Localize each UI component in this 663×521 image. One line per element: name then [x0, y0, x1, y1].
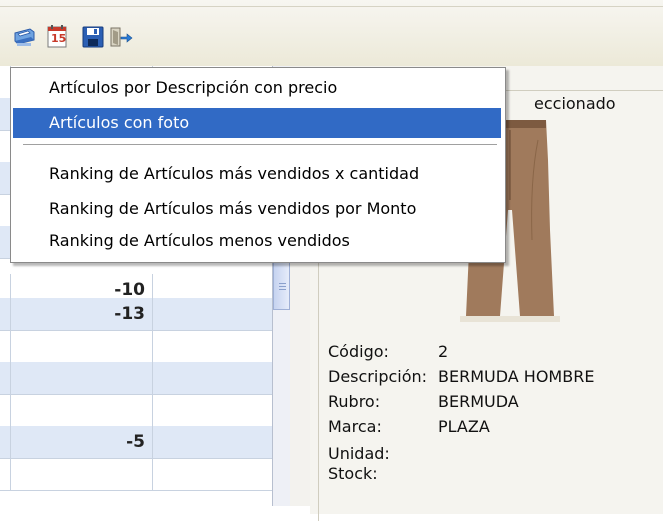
table-row[interactable] [0, 362, 272, 395]
grid-cell [152, 394, 273, 426]
toolbar: 15 [0, 0, 663, 67]
rubro-value: BERMUDA [438, 392, 519, 411]
grid-cell: -13 [10, 298, 153, 330]
grip-line [279, 286, 286, 287]
unidad-label: Unidad: [328, 444, 390, 463]
print-options-menu: Artículos por Descripción con precio Art… [10, 67, 506, 263]
exit-door-icon [110, 27, 133, 47]
table-row[interactable] [0, 458, 272, 491]
grid-cell [152, 458, 273, 490]
qty-value: -13 [114, 304, 145, 324]
floppy-disk-icon [82, 26, 104, 48]
print-button[interactable] [11, 24, 37, 50]
grid-cell [152, 426, 273, 458]
descripcion-value: BERMUDA HOMBRE [438, 367, 595, 386]
menu-item-ranking-menos-vendidos[interactable]: Ranking de Artículos menos vendidos [13, 226, 501, 256]
grip-line [279, 283, 286, 284]
grip-line [279, 289, 286, 290]
descripcion-label: Descripción: [328, 367, 428, 386]
table-row[interactable] [0, 394, 272, 427]
table-row[interactable] [0, 330, 272, 363]
panel-title: eccionado [534, 94, 616, 113]
menu-item-ranking-mas-vendidos-monto[interactable]: Ranking de Artículos más vendidos por Mo… [13, 194, 501, 224]
grid-cell [10, 458, 153, 490]
menu-separator [23, 144, 497, 148]
exit-button[interactable] [108, 24, 134, 50]
grid-cell [10, 330, 153, 362]
grid-cell: -5 [10, 426, 153, 458]
toolbar-top-divider [0, 6, 663, 7]
codigo-label: Código: [328, 342, 389, 361]
codigo-value: 2 [438, 342, 449, 361]
grid-cell [152, 362, 273, 394]
menu-item-articulos-con-foto[interactable]: Artículos con foto [13, 108, 501, 138]
qty-value: -5 [126, 432, 145, 452]
printer-icon [14, 28, 35, 46]
calendar-button[interactable]: 15 [44, 24, 70, 50]
scroll-thumb[interactable] [273, 262, 290, 310]
save-button[interactable] [80, 24, 106, 50]
grid-cell [152, 330, 273, 362]
menu-item-ranking-mas-vendidos-cantidad[interactable]: Ranking de Artículos más vendidos x cant… [13, 159, 501, 189]
stock-label: Stock: [328, 464, 378, 483]
marca-label: Marca: [328, 417, 382, 436]
rubro-label: Rubro: [328, 392, 381, 411]
grid-cell [10, 362, 153, 394]
qty-value: -10 [114, 280, 145, 300]
calendar-day-label: 15 [51, 32, 67, 45]
table-row[interactable]: -13 [0, 298, 272, 331]
marca-value: PLAZA [438, 417, 490, 436]
grid-cell [152, 298, 273, 330]
menu-item-articulos-descripcion-precio[interactable]: Artículos por Descripción con precio [13, 73, 501, 103]
table-row[interactable]: -5 [0, 426, 272, 459]
grid-cell [10, 394, 153, 426]
